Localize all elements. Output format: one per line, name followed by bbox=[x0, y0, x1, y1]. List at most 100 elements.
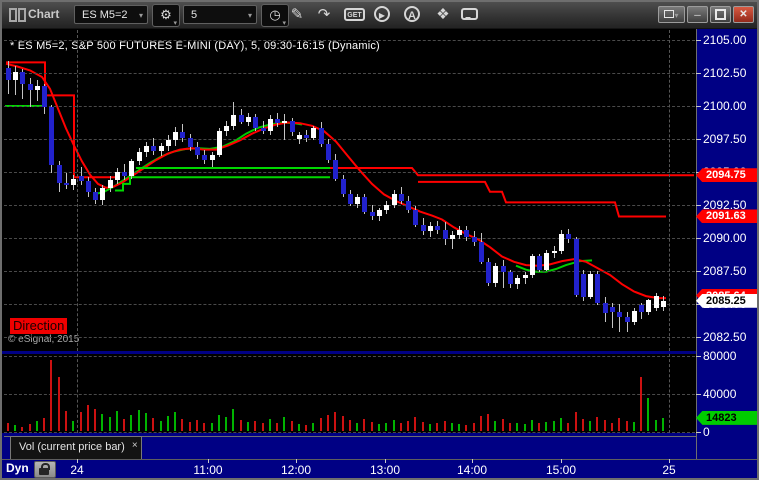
candle bbox=[27, 83, 33, 91]
time-axis-label[interactable]: 15:00 bbox=[539, 463, 583, 477]
volume-bar bbox=[414, 416, 417, 431]
volume-bar bbox=[35, 420, 38, 431]
volume-bar bbox=[334, 412, 337, 431]
esignal-copyright: © eSignal, 2015 bbox=[8, 334, 80, 345]
candle bbox=[282, 120, 288, 124]
candle bbox=[144, 145, 150, 153]
candle bbox=[617, 311, 623, 318]
candle bbox=[275, 119, 281, 124]
time-axis-label[interactable]: 12:00 bbox=[274, 463, 318, 477]
volume-axis-tick bbox=[696, 356, 701, 357]
time-axis-label[interactable]: 24 bbox=[55, 463, 99, 477]
volume-bar bbox=[377, 424, 380, 431]
candle bbox=[362, 197, 368, 212]
candle bbox=[85, 181, 91, 192]
volume-bar bbox=[632, 421, 635, 431]
candle bbox=[558, 234, 564, 252]
volume-bar bbox=[443, 420, 446, 431]
chart-stage[interactable]: * ES M5=2, S&P 500 FUTURES E-MINI (DAY),… bbox=[2, 2, 757, 478]
volume-bar bbox=[276, 422, 279, 431]
volume-bar bbox=[290, 420, 293, 431]
volume-bar bbox=[174, 412, 177, 431]
candle bbox=[639, 305, 645, 312]
volume-bar bbox=[647, 397, 650, 431]
tab-label: Vol (current price bar) bbox=[19, 441, 125, 453]
price-axis-label[interactable]: 2105.00 bbox=[703, 33, 746, 47]
volume-bar bbox=[509, 423, 512, 431]
volume-bar bbox=[188, 421, 191, 431]
price-axis-tick bbox=[696, 337, 701, 338]
volume-bar bbox=[130, 414, 133, 431]
time-axis-label[interactable]: 13:00 bbox=[363, 463, 407, 477]
tab-volume-study[interactable]: Vol (current price bar) × bbox=[10, 436, 142, 459]
candle bbox=[413, 210, 419, 225]
price-axis-label[interactable]: 2087.50 bbox=[703, 264, 746, 278]
volume-bar bbox=[421, 421, 424, 431]
volume-axis-label[interactable]: 0 bbox=[703, 425, 710, 439]
volume-bar bbox=[356, 423, 359, 431]
candle bbox=[602, 302, 608, 314]
volume-bar bbox=[567, 422, 570, 431]
price-axis-label[interactable]: 2090.00 bbox=[703, 231, 746, 245]
volume-bar bbox=[123, 418, 126, 431]
price-axis-label[interactable]: 2097.50 bbox=[703, 132, 746, 146]
candle bbox=[544, 252, 550, 270]
price-gridline bbox=[4, 304, 695, 305]
price-axis-label[interactable]: 2082.50 bbox=[703, 330, 746, 344]
price-axis-tick bbox=[696, 40, 701, 41]
candle bbox=[12, 71, 18, 80]
time-axis-label[interactable]: 11:00 bbox=[186, 463, 230, 477]
volume-bar bbox=[268, 418, 271, 431]
volume-bar bbox=[385, 422, 388, 431]
candle bbox=[398, 194, 404, 202]
candle-wick bbox=[262, 120, 264, 134]
price-axis-tick bbox=[696, 106, 701, 107]
candle bbox=[63, 182, 69, 186]
candle bbox=[93, 191, 99, 200]
volume-bar bbox=[516, 422, 519, 431]
candle bbox=[580, 273, 586, 298]
candle bbox=[333, 160, 339, 179]
candle bbox=[355, 197, 361, 204]
candle bbox=[238, 115, 244, 122]
time-axis-label[interactable]: 14:00 bbox=[450, 463, 494, 477]
candle bbox=[34, 86, 40, 91]
candle bbox=[660, 300, 666, 307]
candle-wick bbox=[619, 304, 621, 332]
price-gridline bbox=[4, 238, 695, 239]
price-axis-tick bbox=[696, 73, 701, 74]
candle bbox=[529, 256, 535, 275]
time-axis-border bbox=[2, 459, 757, 460]
candle bbox=[216, 131, 222, 155]
candle-wick bbox=[451, 231, 453, 249]
volume-bar bbox=[50, 359, 53, 431]
volume-bar bbox=[13, 425, 16, 431]
volume-bar bbox=[166, 415, 169, 431]
volume-axis-label[interactable]: 40000 bbox=[703, 387, 736, 401]
candle bbox=[42, 86, 48, 108]
session-break-line bbox=[77, 30, 78, 351]
volume-bar bbox=[101, 413, 104, 431]
time-axis-label[interactable]: 25 bbox=[647, 463, 691, 477]
volume-bar bbox=[239, 419, 242, 431]
volume-bar bbox=[137, 410, 140, 431]
volume-axis-label[interactable]: 80000 bbox=[703, 349, 736, 363]
close-icon[interactable]: × bbox=[132, 435, 138, 456]
volume-bar bbox=[145, 413, 148, 431]
price-axis-label[interactable]: 2100.00 bbox=[703, 99, 746, 113]
candle bbox=[588, 273, 594, 298]
price-axis-label[interactable]: 2102.50 bbox=[703, 66, 746, 80]
candle bbox=[464, 230, 470, 237]
candle-wick bbox=[36, 79, 38, 101]
candle bbox=[224, 125, 230, 132]
candle bbox=[537, 256, 543, 270]
volume-bar bbox=[195, 419, 198, 431]
volume-bar bbox=[341, 415, 344, 431]
lock-button[interactable] bbox=[34, 461, 56, 478]
candle bbox=[165, 140, 171, 146]
volume-bar bbox=[181, 418, 184, 431]
volume-bar bbox=[494, 420, 497, 431]
volume-bar bbox=[530, 419, 533, 431]
volume-bar bbox=[28, 424, 31, 431]
volume-bar bbox=[261, 423, 264, 431]
